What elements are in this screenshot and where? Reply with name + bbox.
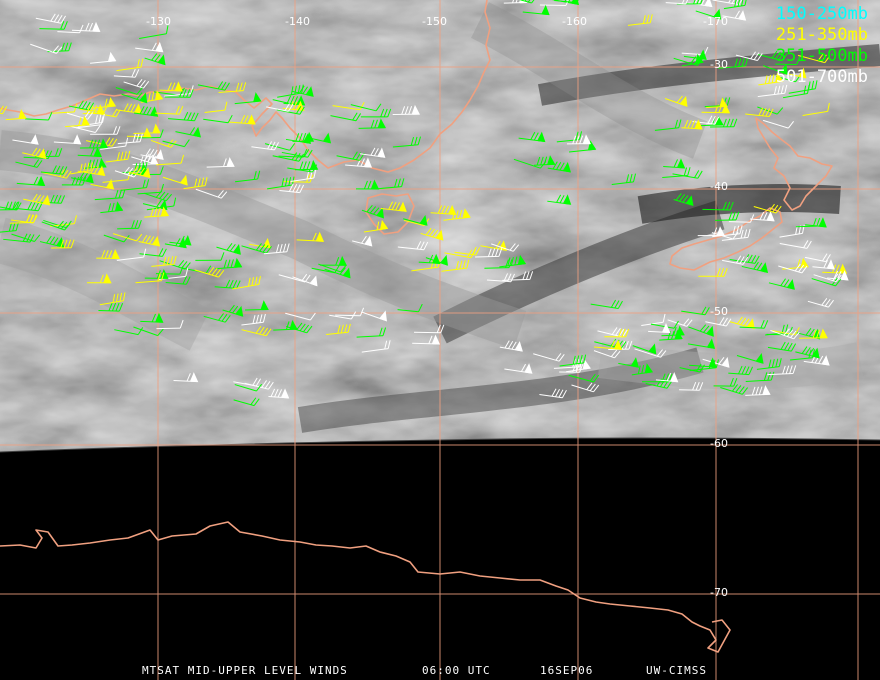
- satellite-map: -130 -140 -150 -160 -170 -30 -40 -50 -60…: [0, 0, 880, 680]
- footer-product: MTSAT MID-UPPER LEVEL WINDS: [142, 664, 348, 677]
- pressure-legend: 150-250mb 251-350mb 351-500mb 501-700mb: [776, 4, 868, 88]
- legend-entry-501-700: 501-700mb: [775, 67, 868, 87]
- footer-caption: MTSAT MID-UPPER LEVEL WINDS 06:00 UTC 16…: [0, 664, 880, 678]
- lon-label-150: -150: [422, 15, 447, 28]
- footer-source: UW-CIMSS: [646, 664, 707, 677]
- lon-label-140: -140: [285, 15, 310, 28]
- footer-time: 06:00 UTC: [422, 664, 491, 677]
- lat-label-60: -60: [710, 437, 728, 450]
- footer-date: 16SEP06: [540, 664, 594, 677]
- legend-entry-351-500: 351-500mb: [775, 46, 868, 66]
- legend-entry-150-250: 150-250mb: [775, 4, 868, 24]
- lat-label-40: -40: [710, 180, 728, 193]
- lat-label-30: -30: [710, 58, 728, 71]
- lon-label-170: -170: [703, 15, 728, 28]
- lat-label-70: -70: [710, 586, 728, 599]
- lat-label-50: -50: [710, 305, 728, 318]
- lon-label-130: -130: [146, 15, 171, 28]
- legend-entry-251-350: 251-350mb: [775, 25, 868, 45]
- lon-label-160: -160: [562, 15, 587, 28]
